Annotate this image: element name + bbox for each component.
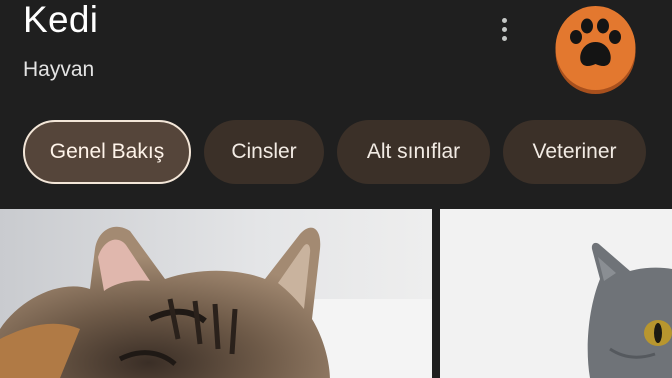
image-strip (0, 209, 672, 378)
tab-alt-siniflar[interactable]: Alt sınıflar (337, 120, 490, 184)
tab-veteriner[interactable]: Veteriner (503, 120, 646, 184)
gray-cat-photo (440, 209, 672, 378)
more-vert-icon[interactable] (490, 12, 518, 46)
more-dot (501, 17, 507, 23)
tab-cinsler[interactable]: Cinsler (204, 120, 324, 184)
tab-chips: Genel Bakış Cinsler Alt sınıflar Veterin… (23, 120, 646, 188)
paw-icon[interactable] (554, 4, 637, 94)
cat-image-2[interactable] (440, 209, 672, 378)
tab-genel-bakis[interactable]: Genel Bakış (23, 120, 191, 184)
tabby-kitten-photo (0, 209, 432, 378)
more-dot (501, 35, 507, 41)
entity-title: Kedi (23, 0, 99, 40)
search-result-screen: Kedi Hayvan Genel Bakış Cinsler Alt sını… (0, 0, 672, 378)
more-dot (501, 26, 507, 32)
cat-image-1[interactable] (0, 209, 432, 378)
entity-subtitle: Hayvan (23, 58, 95, 81)
